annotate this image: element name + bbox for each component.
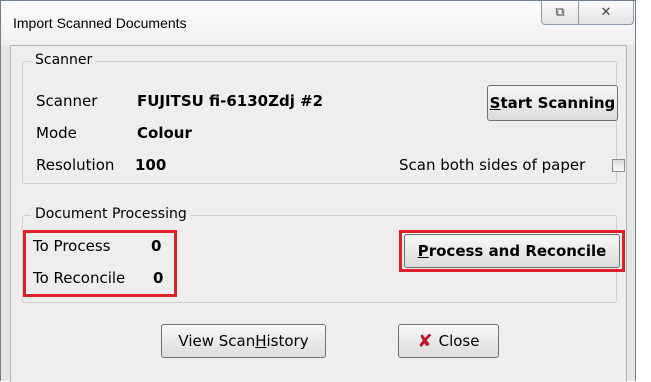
- resolution-label: Resolution: [36, 156, 115, 174]
- scanner-group-label: Scanner: [31, 52, 97, 68]
- history-label-post: istory: [266, 332, 309, 350]
- view-scan-history-button[interactable]: View Scan History: [161, 324, 326, 358]
- close-button-label: Close: [438, 332, 480, 350]
- close-button[interactable]: ✘ Close: [398, 324, 499, 358]
- document-processing-group-label: Document Processing: [31, 206, 191, 222]
- title-bar: Import Scanned Documents ⧉ ✕: [1, 1, 635, 45]
- window-title: Import Scanned Documents: [13, 15, 187, 31]
- start-scanning-mnemonic: S: [489, 94, 501, 112]
- start-scanning-button[interactable]: Start Scanning: [487, 85, 618, 121]
- scanner-value: FUJITSU fi-6130Zdj #2: [137, 92, 324, 110]
- x-icon: ✘: [417, 330, 433, 352]
- scanner-label: Scanner: [36, 92, 98, 110]
- mode-label: Mode: [36, 124, 77, 142]
- import-scanned-documents-window: Import Scanned Documents ⧉ ✕ Scanner Sca…: [0, 0, 636, 382]
- dialog-body: Scanner Scanner FUJITSU fi-6130Zdj #2 Mo…: [10, 45, 627, 382]
- history-label-pre: View Scan: [178, 332, 256, 350]
- restore-button[interactable]: ⧉: [541, 1, 579, 25]
- resolution-value: 100: [135, 156, 167, 174]
- counts-highlight-box: [23, 230, 177, 297]
- scan-both-sides-label: Scan both sides of paper: [399, 156, 586, 174]
- process-button-highlight-box: [399, 230, 625, 272]
- history-mnemonic: H: [255, 332, 267, 350]
- close-icon: ✕: [600, 5, 612, 20]
- close-window-button[interactable]: ✕: [578, 1, 634, 25]
- restore-icon: ⧉: [555, 5, 565, 20]
- start-scanning-label: tart Scanning: [500, 94, 616, 112]
- scan-both-sides-checkbox[interactable]: [612, 159, 625, 172]
- mode-value: Colour: [137, 124, 192, 142]
